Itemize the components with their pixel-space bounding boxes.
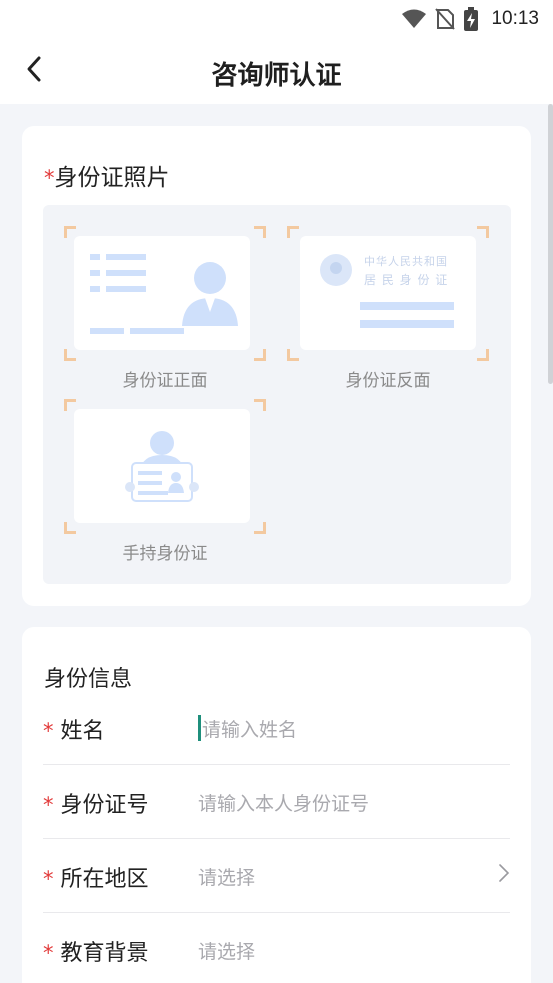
region-placeholder: 请选择 <box>198 867 256 889</box>
upload-id-back[interactable]: 中华人民共和国 居 民 身 份 证 <box>287 226 489 361</box>
name-label-text: 姓名 <box>60 719 105 744</box>
id-number-row[interactable]: * 身份证号 请输入本人身份证号 <box>43 765 510 839</box>
id-back-emblem-text-1: 中华人民共和国 <box>364 255 448 268</box>
education-row[interactable]: * 教育背景 请选择 <box>43 913 510 983</box>
no-sim-icon <box>435 8 456 30</box>
status-bar: 10:13 <box>0 0 553 38</box>
corner-bracket <box>64 399 76 411</box>
required-mark: * <box>43 793 54 817</box>
education-label: * 教育背景 <box>43 935 149 967</box>
education-select[interactable]: 请选择 <box>198 937 255 964</box>
required-mark: * <box>44 166 55 190</box>
corner-bracket <box>254 399 266 411</box>
id-number-label: * 身份证号 <box>43 787 149 819</box>
corner-bracket <box>477 349 489 361</box>
required-mark: * <box>43 867 54 891</box>
corner-bracket <box>64 522 76 534</box>
upload-hand-held-id[interactable] <box>64 399 266 534</box>
wifi-icon <box>401 9 427 29</box>
id-card-back-icon: 中华人民共和国 居 民 身 份 证 <box>300 236 476 350</box>
corner-bracket <box>287 349 299 361</box>
corner-bracket <box>287 226 299 238</box>
corner-bracket <box>64 226 76 238</box>
nav-bar: 咨询师认证 <box>0 38 553 104</box>
scrollbar[interactable] <box>548 104 553 384</box>
identity-info-card: 身份信息 * 姓名 请输入姓名 * 身份证号 请输入本人身份证号 * 所在地区 … <box>22 627 531 983</box>
id-back-emblem-text-2: 居 民 身 份 证 <box>364 273 449 287</box>
corner-bracket <box>254 226 266 238</box>
id-number-placeholder: 请输入本人身份证号 <box>198 793 370 815</box>
identity-info-title: 身份信息 <box>44 667 133 692</box>
id-number-input[interactable]: 请输入本人身份证号 <box>198 789 369 816</box>
name-placeholder: 请输入姓名 <box>202 719 298 741</box>
region-label: * 所在地区 <box>43 861 149 893</box>
hand-holding-id-icon <box>74 409 250 523</box>
id-front-label: 身份证正面 <box>122 371 208 391</box>
id-back-label: 身份证反面 <box>345 371 431 391</box>
id-number-label-text: 身份证号 <box>60 793 149 818</box>
id-photos-card: *身份证照片 身份证正面 中华人民共和国 居 民 身 份 证 身份证反面 手持身… <box>22 126 531 606</box>
id-card-front-icon <box>74 236 250 350</box>
photo-upload-panel: 身份证正面 中华人民共和国 居 民 身 份 证 身份证反面 手持身份证 <box>43 205 511 584</box>
region-row[interactable]: * 所在地区 请选择 <box>43 839 510 913</box>
corner-bracket <box>64 349 76 361</box>
id-photos-title: 身份证照片 <box>54 165 170 191</box>
text-caret <box>198 715 201 741</box>
region-label-text: 所在地区 <box>60 867 149 892</box>
corner-bracket <box>254 349 266 361</box>
name-row[interactable]: * 姓名 请输入姓名 <box>43 691 510 765</box>
hand-held-id-label: 手持身份证 <box>122 544 208 564</box>
name-input[interactable]: 请输入姓名 <box>198 715 297 742</box>
corner-bracket <box>477 226 489 238</box>
education-placeholder: 请选择 <box>198 941 256 963</box>
id-photos-heading: *身份证照片 <box>44 158 170 192</box>
required-mark: * <box>43 719 54 743</box>
upload-id-front[interactable] <box>64 226 266 361</box>
status-time: 10:13 <box>491 8 539 29</box>
name-label: * 姓名 <box>43 713 105 745</box>
region-select[interactable]: 请选择 <box>198 863 255 890</box>
required-mark: * <box>43 941 54 965</box>
page-title: 咨询师认证 <box>211 61 342 91</box>
chevron-right-icon <box>498 863 510 887</box>
education-label-text: 教育背景 <box>60 941 149 966</box>
battery-charging-icon <box>463 7 479 31</box>
corner-bracket <box>254 522 266 534</box>
